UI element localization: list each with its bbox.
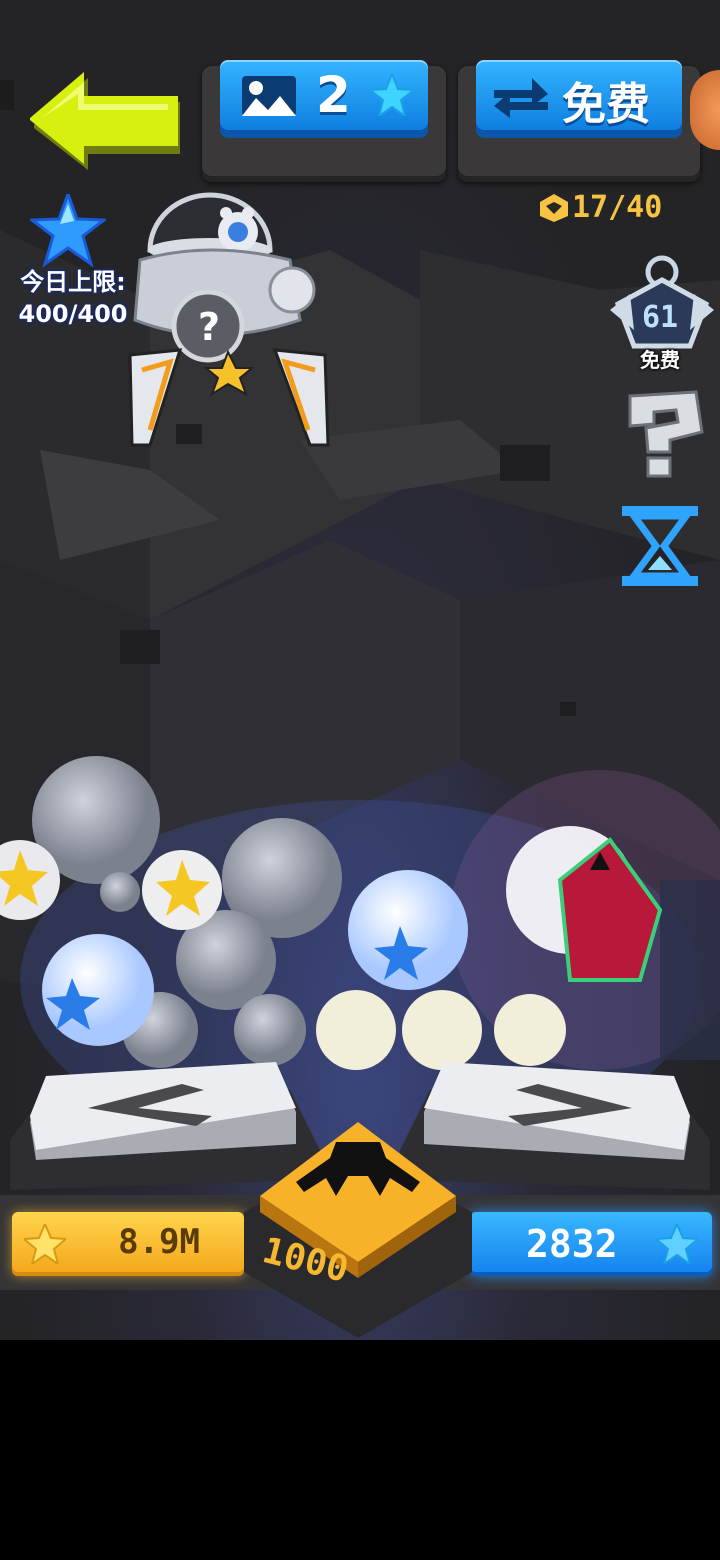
hourglass-icon[interactable] (618, 504, 702, 588)
rank-free-label: 免费 (640, 348, 680, 372)
star-currency-icon (24, 1224, 66, 1264)
refresh-icon (494, 78, 548, 118)
blue-currency-value: 2832 (526, 1222, 618, 1266)
token-icon (540, 194, 568, 222)
star-currency-bar: 8.9M (12, 1212, 244, 1276)
free-refresh-button[interactable]: 免费 (476, 60, 682, 130)
token-count: 17/40 (572, 190, 663, 225)
back-arrow-icon[interactable] (28, 70, 188, 170)
svg-text:?: ? (198, 305, 220, 349)
free-label: 免费 (562, 79, 650, 130)
daily-limit-value: 400/400 (18, 300, 128, 328)
claw-robot: ? (128, 192, 330, 447)
blue-currency-bar: 2832 (470, 1212, 712, 1276)
blue-star-icon (656, 1224, 698, 1264)
level-value: 2 (316, 66, 351, 124)
daily-limit: 今日上限: 400/400 (8, 266, 138, 330)
rank-value: 61 (641, 300, 679, 335)
grab-button[interactable] (240, 1112, 476, 1342)
star-icon (370, 74, 414, 116)
token-counter: 17/40 (540, 190, 670, 228)
question-icon[interactable] (618, 386, 708, 478)
daily-star-icon (30, 194, 106, 268)
star-currency-value: 8.9M (118, 1222, 200, 1262)
daily-limit-label: 今日上限: (20, 268, 126, 296)
level-map-icon (242, 76, 296, 116)
level-button[interactable]: 2 (220, 60, 428, 130)
